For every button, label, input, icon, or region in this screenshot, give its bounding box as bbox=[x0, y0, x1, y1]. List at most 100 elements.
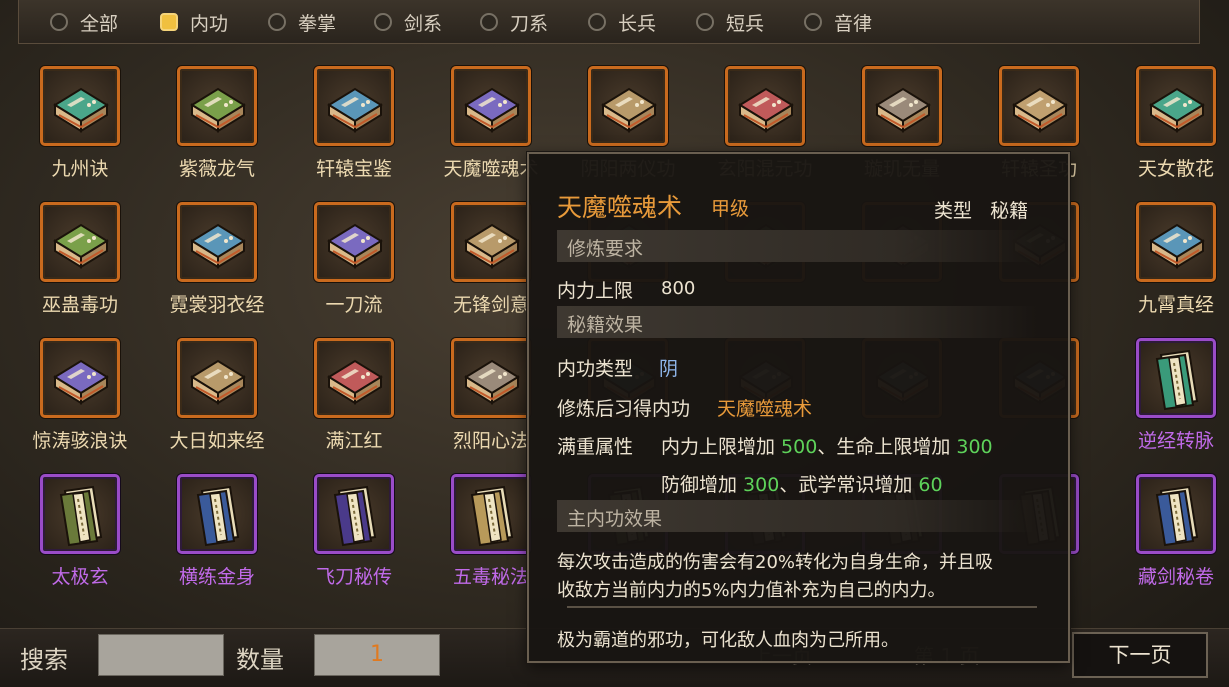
book-frame bbox=[451, 202, 531, 282]
tab-2[interactable]: 拳掌 bbox=[268, 10, 336, 35]
book-icon bbox=[1149, 223, 1205, 269]
book-slot[interactable]: 惊涛骇浪诀 bbox=[18, 330, 142, 460]
book-name: 巫蛊毒功 bbox=[41, 294, 118, 316]
book-frame bbox=[177, 202, 257, 282]
req-label: 内力上限 bbox=[557, 280, 634, 302]
book-frame bbox=[1136, 66, 1216, 146]
tab-6[interactable]: 短兵 bbox=[696, 10, 765, 35]
tab-label: 音律 bbox=[834, 12, 873, 35]
tab-3[interactable]: 剑系 bbox=[374, 10, 443, 35]
radio-icon bbox=[374, 13, 392, 31]
scroll-book-icon bbox=[196, 485, 240, 547]
book-name: 天女散花 bbox=[1137, 158, 1214, 180]
book-slot[interactable]: 飞刀秘传 bbox=[292, 466, 416, 596]
tab-5[interactable]: 长兵 bbox=[588, 10, 657, 35]
book-icon bbox=[738, 87, 794, 133]
main-effect-desc-2: 收敌方当前内力的5%内力值补充为自己的内力。 bbox=[557, 580, 946, 601]
book-slot[interactable]: 藏剑秘卷 bbox=[1114, 466, 1229, 596]
book-slot[interactable]: 天女散花 bbox=[1114, 58, 1229, 188]
book-name: 飞刀秘传 bbox=[315, 566, 392, 588]
book-frame bbox=[1136, 202, 1216, 282]
book-icon bbox=[327, 359, 383, 405]
book-frame bbox=[177, 338, 257, 418]
book-frame bbox=[314, 66, 394, 146]
book-frame bbox=[40, 66, 120, 146]
tooltip-divider bbox=[567, 606, 1037, 608]
full-attr-label: 满重属性 bbox=[557, 436, 634, 458]
scroll-book-icon bbox=[59, 485, 103, 547]
radio-icon bbox=[50, 13, 68, 31]
book-icon bbox=[53, 223, 109, 269]
book-frame bbox=[588, 66, 668, 146]
book-frame bbox=[314, 474, 394, 554]
tab-1[interactable]: 内功 bbox=[160, 10, 228, 35]
tab-label: 剑系 bbox=[404, 12, 443, 35]
book-slot[interactable]: 满江红 bbox=[292, 330, 416, 460]
book-icon bbox=[327, 223, 383, 269]
tab-4[interactable]: 刀系 bbox=[480, 10, 549, 35]
book-slot[interactable]: 逆经转脉 bbox=[1114, 330, 1229, 460]
scroll-book-icon bbox=[333, 485, 377, 547]
book-icon bbox=[464, 87, 520, 133]
tab-label: 长兵 bbox=[618, 12, 657, 35]
flavor-text: 极为霸道的邪功，可化敌人血肉为己所用。 bbox=[557, 630, 899, 651]
book-slot[interactable]: 轩辕宝鉴 bbox=[292, 58, 416, 188]
book-frame bbox=[40, 338, 120, 418]
book-frame bbox=[725, 66, 805, 146]
book-frame bbox=[314, 338, 394, 418]
book-name: 藏剑秘卷 bbox=[1137, 566, 1214, 588]
radio-icon bbox=[160, 13, 178, 31]
neigong-type-label: 内功类型 bbox=[557, 358, 634, 380]
radio-icon bbox=[588, 13, 606, 31]
tooltip-grade: 甲级 bbox=[711, 198, 750, 220]
radio-icon bbox=[268, 13, 286, 31]
tab-label: 刀系 bbox=[510, 12, 549, 35]
book-icon bbox=[601, 87, 657, 133]
book-slot[interactable]: 紫薇龙气 bbox=[155, 58, 279, 188]
next-page-button[interactable]: 下一页 bbox=[1072, 632, 1208, 678]
book-slot[interactable]: 九霄真经 bbox=[1114, 194, 1229, 324]
book-icon bbox=[53, 359, 109, 405]
book-slot[interactable]: 九州诀 bbox=[18, 58, 142, 188]
book-slot[interactable]: 大日如来经 bbox=[155, 330, 279, 460]
book-frame bbox=[40, 202, 120, 282]
book-frame bbox=[177, 474, 257, 554]
learn-label: 修炼后习得内功 bbox=[557, 398, 691, 420]
book-name: 满江红 bbox=[325, 430, 383, 452]
book-icon bbox=[53, 87, 109, 133]
quantity-input[interactable]: 1 bbox=[314, 634, 440, 676]
book-slot[interactable]: 巫蛊毒功 bbox=[18, 194, 142, 324]
book-name: 太极玄 bbox=[51, 566, 109, 588]
main-effect-section-header: 主内功效果 bbox=[557, 500, 1037, 532]
book-slot[interactable]: 霓裳羽衣经 bbox=[155, 194, 279, 324]
main-effect-desc-1: 每次攻击造成的伤害会有20%转化为自身生命，并且吸 bbox=[557, 552, 994, 573]
book-frame bbox=[451, 66, 531, 146]
book-slot[interactable]: 一刀流 bbox=[292, 194, 416, 324]
book-frame bbox=[1136, 338, 1216, 418]
book-frame bbox=[862, 66, 942, 146]
tooltip-title: 天魔噬魂术 bbox=[557, 193, 683, 222]
quantity-label: 数量 bbox=[236, 646, 284, 674]
book-frame bbox=[314, 202, 394, 282]
search-input[interactable] bbox=[98, 634, 224, 676]
scroll-book-icon bbox=[1155, 349, 1199, 411]
tab-7[interactable]: 音律 bbox=[804, 10, 873, 35]
book-name: 大日如来经 bbox=[169, 430, 265, 452]
neigong-type-value: 阴 bbox=[659, 358, 679, 380]
book-icon bbox=[190, 223, 246, 269]
book-icon bbox=[190, 87, 246, 133]
scroll-book-icon bbox=[1155, 485, 1199, 547]
radio-icon bbox=[696, 13, 714, 31]
book-icon bbox=[464, 359, 520, 405]
learn-value: 天魔噬魂术 bbox=[717, 398, 813, 420]
item-tooltip: 天魔噬魂术 甲级 类型 秘籍 修炼要求 内力上限 800 秘籍效果 内功类型 阴… bbox=[527, 152, 1070, 663]
radio-icon bbox=[804, 13, 822, 31]
book-slot[interactable]: 太极玄 bbox=[18, 466, 142, 596]
tab-0[interactable]: 全部 bbox=[50, 10, 118, 35]
book-frame bbox=[1136, 474, 1216, 554]
book-slot[interactable]: 横练金身 bbox=[155, 466, 279, 596]
book-icon bbox=[1149, 87, 1205, 133]
book-frame bbox=[451, 338, 531, 418]
book-icon bbox=[875, 87, 931, 133]
tab-label: 短兵 bbox=[726, 12, 765, 35]
